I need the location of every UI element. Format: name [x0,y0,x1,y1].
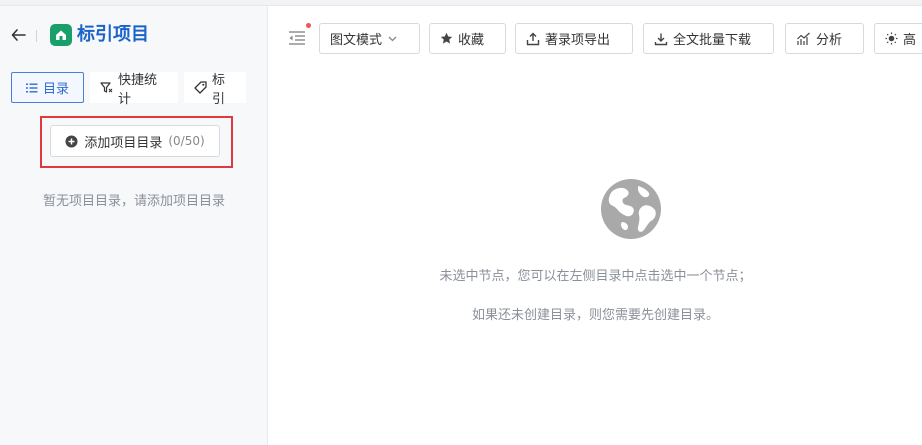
view-mode-select[interactable]: 图文模式 [319,23,420,54]
sidebar-tabs: 目录 快捷统计 标引 [11,72,246,102]
home-logo-icon [50,24,72,46]
advanced-button[interactable]: 高 [874,23,922,54]
export-records-button[interactable]: 著录项导出 [515,23,633,54]
add-button-label: 添加项目目录 [84,132,162,151]
page-title: 标引项目 [77,24,149,46]
back-arrow-icon[interactable] [10,26,28,44]
tab-label: 快捷统计 [118,69,168,107]
download-icon [654,32,668,46]
sun-icon [885,32,898,45]
tab-label: 目录 [43,78,69,97]
globe-icon [600,178,662,240]
plus-circle-icon [65,135,78,148]
hint-line-2: 如果还未创建目录，则您需要先创建目录。 [269,304,922,323]
export-icon [526,32,540,46]
tag-icon [194,81,207,94]
favorite-button[interactable]: 收藏 [429,23,506,54]
tab-tagging[interactable]: 标引 [184,72,246,103]
batch-download-label: 全文批量下载 [673,29,751,48]
sidebar: 标引项目 目录 快捷统计 标引 添加项目目录 (0/50) 暂无项目目录，请添 [0,6,268,445]
list-icon [26,82,38,94]
analysis-button[interactable]: 分析 [785,23,864,54]
tab-catalog[interactable]: 目录 [11,72,84,103]
favorite-label: 收藏 [458,29,484,48]
empty-message: 暂无项目目录，请添加项目目录 [0,190,268,209]
view-mode-label: 图文模式 [330,29,382,48]
analysis-label: 分析 [816,29,842,48]
add-button-count: (0/50) [168,134,204,148]
star-icon [440,32,453,45]
toolbar: 图文模式 收藏 著录项导出 全文批量下载 [269,6,922,72]
filter-icon [100,81,113,94]
add-catalog-button[interactable]: 添加项目目录 (0/50) [50,125,220,157]
batch-download-button[interactable]: 全文批量下载 [643,23,774,54]
divider [36,30,37,42]
chevron-down-icon [387,33,398,44]
hint-line-1: 未选中节点，您可以在左侧目录中点击选中一个节点； [269,265,922,284]
tab-label: 标引 [212,69,236,107]
analysis-icon [796,32,811,46]
tab-quick-stats[interactable]: 快捷统计 [90,72,178,103]
collapse-sidebar-icon[interactable] [287,28,307,48]
export-label: 著录项导出 [545,29,610,48]
main-panel: 图文模式 收藏 著录项导出 全文批量下载 [269,6,922,445]
notification-dot [306,23,311,28]
advanced-label: 高 [903,29,916,48]
